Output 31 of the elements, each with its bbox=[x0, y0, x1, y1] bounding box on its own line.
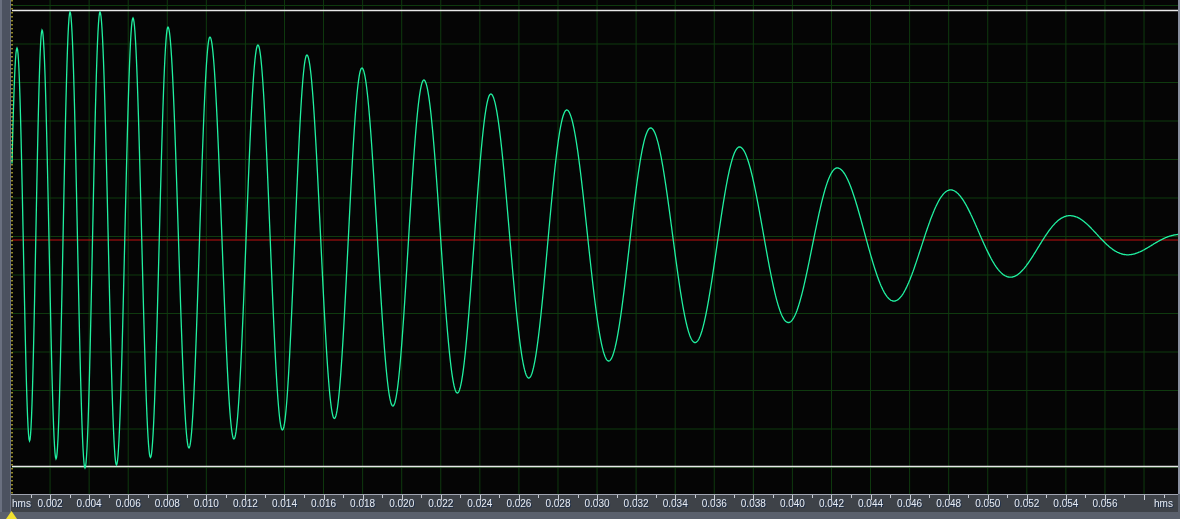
tick-label: 0.038 bbox=[740, 498, 766, 510]
tick-label: 0.016 bbox=[311, 498, 337, 510]
tick-label: 0.052 bbox=[1014, 498, 1040, 510]
tick-label: 0.002 bbox=[37, 498, 63, 510]
unit-label: hms bbox=[1154, 498, 1173, 510]
tick-label: 0.050 bbox=[975, 498, 1001, 510]
tick-label: 0.006 bbox=[115, 498, 141, 510]
tick-label: 0.048 bbox=[936, 498, 962, 510]
tick-label: 0.046 bbox=[897, 498, 923, 510]
tick-label: 0.032 bbox=[623, 498, 649, 510]
unit-label: hms bbox=[12, 498, 31, 510]
tick-label: 0.010 bbox=[193, 498, 219, 510]
tick-label: 0.022 bbox=[428, 498, 454, 510]
tick-label: 0.034 bbox=[662, 498, 688, 510]
tick-label: 0.044 bbox=[858, 498, 884, 510]
tick-label: 0.056 bbox=[1092, 498, 1118, 510]
tick-label: 0.028 bbox=[545, 498, 571, 510]
tick-label: 0.030 bbox=[584, 498, 610, 510]
tick-label: 0.018 bbox=[350, 498, 376, 510]
tick-label: 0.024 bbox=[467, 498, 493, 510]
tick-label: 0.004 bbox=[76, 498, 102, 510]
tick-label: 0.020 bbox=[389, 498, 415, 510]
tick-label: 0.012 bbox=[232, 498, 258, 510]
marker-icon bbox=[6, 511, 17, 519]
tick-label: 0.040 bbox=[779, 498, 805, 510]
tick-label: 0.036 bbox=[701, 498, 727, 510]
tick-label: 0.008 bbox=[154, 498, 180, 510]
tick-label: 0.054 bbox=[1053, 498, 1079, 510]
tick-label: 0.042 bbox=[818, 498, 844, 510]
tick-label: 0.026 bbox=[506, 498, 532, 510]
tick-label: 0.014 bbox=[271, 498, 297, 510]
